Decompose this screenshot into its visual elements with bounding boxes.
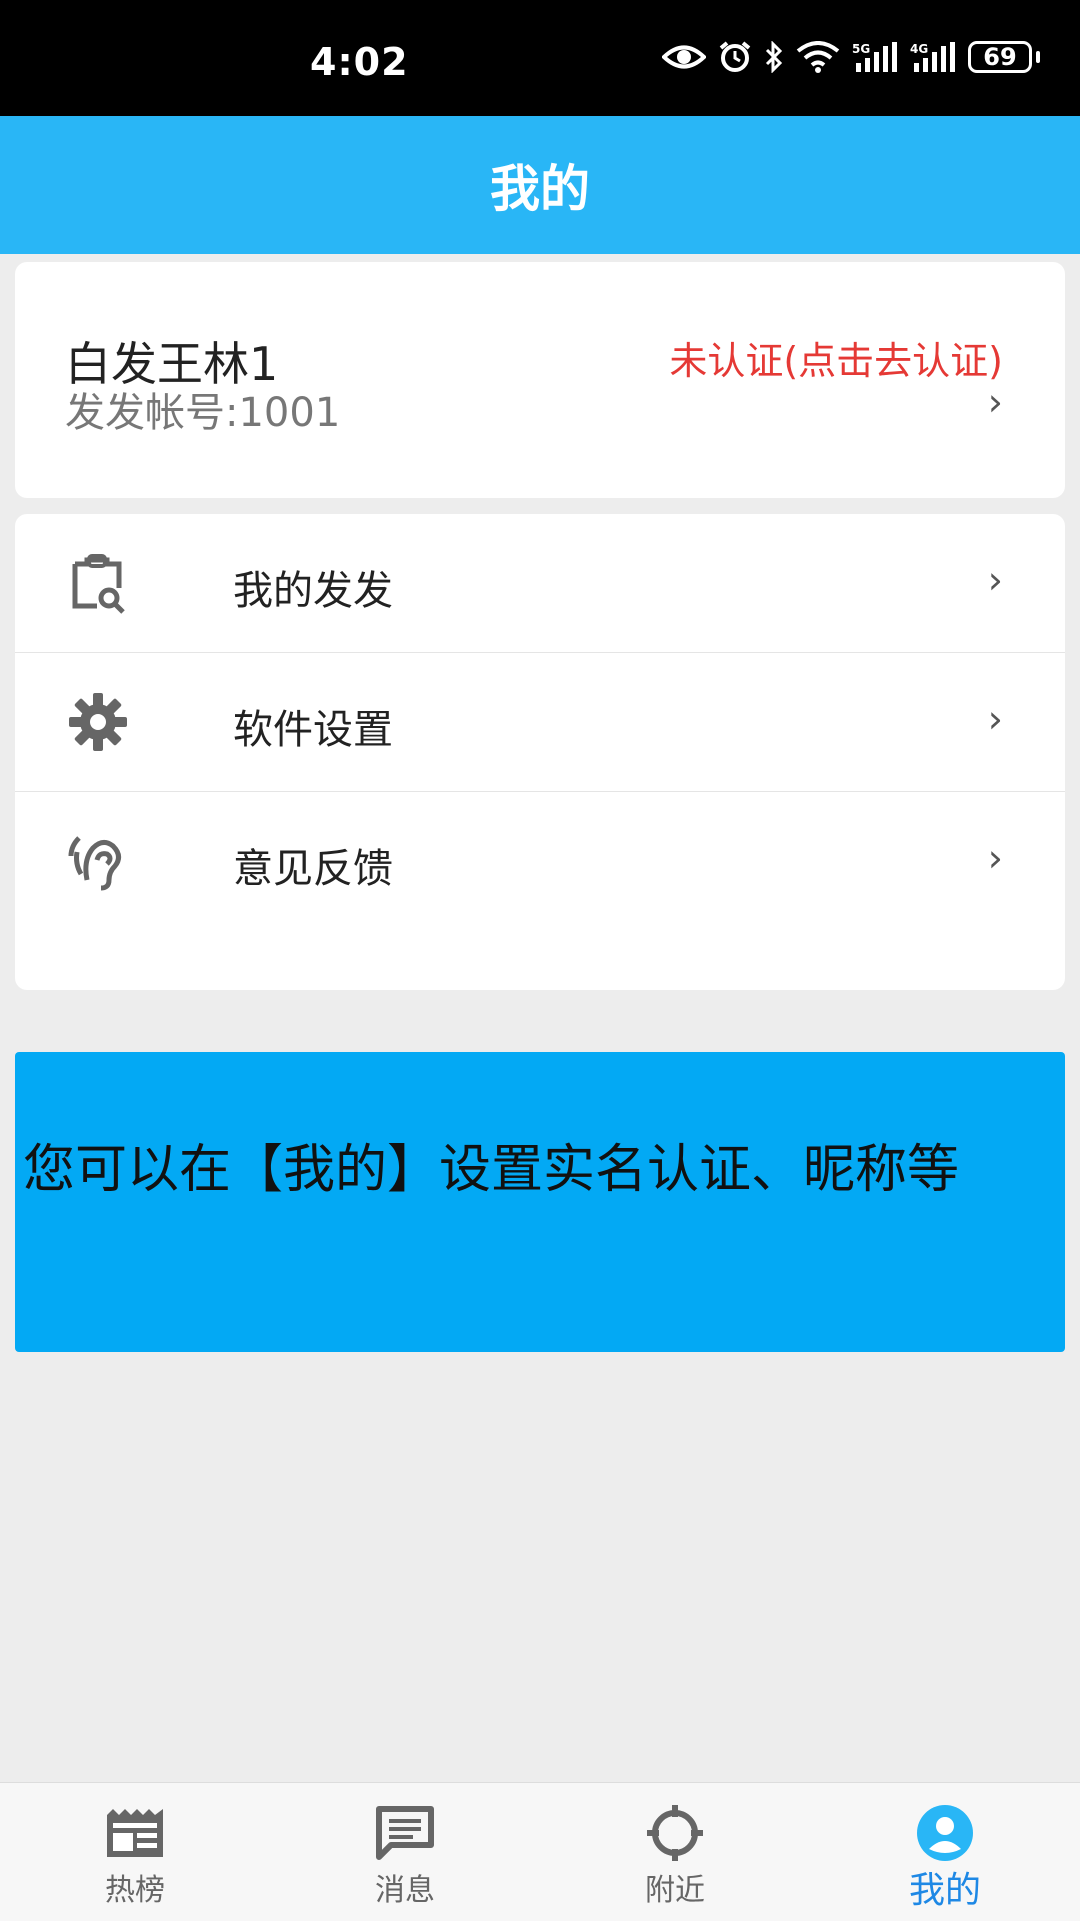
signal-4g-icon: 4G bbox=[910, 42, 955, 72]
status-bar: 4:02 5G 4G 69 bbox=[0, 0, 1080, 116]
ear-icon bbox=[68, 836, 121, 891]
bluetooth-icon bbox=[765, 41, 783, 73]
chevron-right-icon: › bbox=[987, 380, 1003, 424]
nav-label: 附近 bbox=[645, 1873, 705, 1908]
nav-label: 热榜 bbox=[105, 1873, 165, 1908]
nav-label: 消息 bbox=[375, 1873, 435, 1908]
tip-banner: 您可以在【我的】设置实名认证、昵称等 bbox=[15, 1052, 1065, 1352]
page-title: 我的 bbox=[490, 160, 590, 218]
gear-icon bbox=[69, 693, 127, 751]
battery-level: 69 bbox=[983, 43, 1017, 71]
verify-status-link[interactable]: 未认证(点击去认证) bbox=[669, 330, 1003, 385]
wifi-icon bbox=[796, 41, 840, 73]
svg-text:5G: 5G bbox=[852, 42, 870, 56]
message-icon bbox=[376, 1806, 434, 1860]
menu-item-label: 软件设置 bbox=[233, 707, 393, 753]
app-header: 我的 bbox=[0, 116, 1080, 254]
menu-item-settings[interactable]: 软件设置 › bbox=[15, 653, 1065, 792]
status-time: 4:02 bbox=[310, 40, 409, 84]
alarm-icon bbox=[719, 41, 751, 72]
account-icon bbox=[917, 1805, 973, 1861]
chevron-right-icon: › bbox=[987, 836, 1003, 880]
nav-item-hot[interactable]: 热榜 bbox=[0, 1783, 270, 1921]
chevron-right-icon: › bbox=[987, 558, 1003, 602]
signal-5g-icon: 5G bbox=[852, 42, 897, 72]
profile-card[interactable]: 白发王林1 发发帐号:1001 未认证(点击去认证) › bbox=[15, 262, 1065, 498]
user-account: 发发帐号:1001 bbox=[65, 390, 341, 436]
chevron-right-icon: › bbox=[987, 697, 1003, 741]
nav-item-nearby[interactable]: 附近 bbox=[540, 1783, 810, 1921]
battery-tip bbox=[1036, 51, 1040, 63]
bottom-nav: 热榜 消息 附近 我的 bbox=[0, 1782, 1080, 1921]
crosshair-icon bbox=[647, 1805, 703, 1861]
newspaper-icon bbox=[107, 1809, 163, 1857]
svg-text:4G: 4G bbox=[910, 42, 928, 56]
menu-item-label: 意见反馈 bbox=[233, 846, 393, 892]
menu-item-label: 我的发发 bbox=[233, 568, 393, 614]
menu-card: 我的发发 › 软件设置 › 意见反馈 › bbox=[15, 514, 1065, 990]
status-icons: 5G 4G 69 bbox=[662, 40, 1040, 74]
menu-item-feedback[interactable]: 意见反馈 › bbox=[15, 792, 1065, 931]
menu-item-my-posts[interactable]: 我的发发 › bbox=[15, 514, 1065, 653]
clipboard-search-icon bbox=[72, 554, 125, 614]
nav-item-mine[interactable]: 我的 bbox=[810, 1783, 1080, 1921]
nav-label: 我的 bbox=[908, 1870, 981, 1911]
nav-item-messages[interactable]: 消息 bbox=[270, 1783, 540, 1921]
battery-icon: 69 bbox=[968, 41, 1032, 73]
tip-text: 您可以在【我的】设置实名认证、昵称等 bbox=[23, 1140, 960, 1200]
eye-icon bbox=[662, 45, 706, 69]
